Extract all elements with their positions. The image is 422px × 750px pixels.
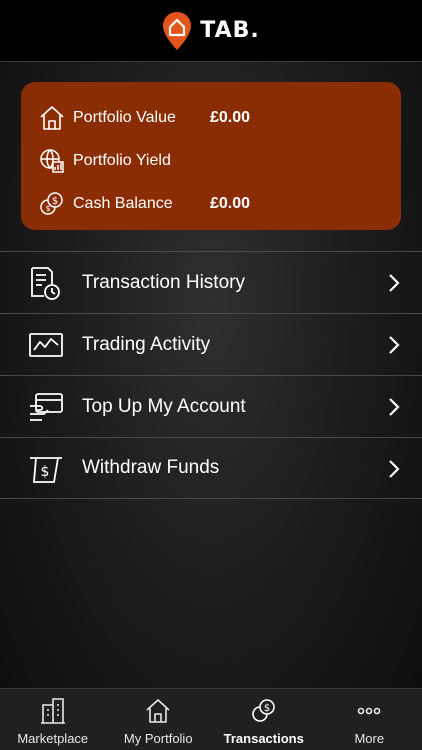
chart-line-icon	[29, 333, 63, 357]
tab-transactions[interactable]: $ Transactions	[211, 689, 317, 750]
menu-item-label: Trading Activity	[82, 333, 211, 355]
tab-my-portfolio[interactable]: My Portfolio	[106, 689, 212, 750]
building-icon	[40, 698, 65, 724]
location-pin-house-icon	[163, 11, 192, 50]
menu-item-label: Transaction History	[82, 271, 245, 293]
tab-more[interactable]: More	[317, 689, 422, 750]
portfolio-summary-card: Portfolio Value £0.00 Portfolio Yield $ …	[21, 82, 401, 230]
brand-logo[interactable]: TAB.	[162, 11, 259, 51]
chevron-right-icon	[389, 398, 400, 416]
menu-item-withdraw[interactable]: $ Withdraw Funds	[0, 437, 422, 499]
portfolio-value-amount: £0.00	[210, 108, 251, 126]
portfolio-value-label: Portfolio Value	[73, 108, 176, 126]
menu-item-label: Top Up My Account	[82, 395, 246, 417]
cash-balance-amount: £0.00	[210, 194, 251, 212]
menu-item-trading-activity[interactable]: Trading Activity	[0, 313, 422, 375]
tab-label: My Portfolio	[123, 731, 193, 746]
bottom-tab-bar: Marketplace My Portfolio $ Transactions …	[0, 688, 422, 750]
svg-text:$: $	[45, 204, 50, 213]
portfolio-value-row: Portfolio Value £0.00	[39, 96, 383, 139]
tab-label: Marketplace	[17, 731, 89, 746]
cash-withdraw-icon: $	[30, 457, 62, 483]
more-dots-icon	[357, 707, 381, 715]
tab-marketplace[interactable]: Marketplace	[0, 689, 106, 750]
svg-text:$: $	[52, 196, 58, 207]
svg-text:$: $	[41, 464, 50, 480]
portfolio-yield-row: Portfolio Yield	[39, 139, 383, 182]
chevron-right-icon	[389, 274, 400, 292]
tab-label: More	[354, 731, 385, 746]
chevron-right-icon	[389, 460, 400, 478]
cash-balance-label: Cash Balance	[73, 194, 173, 212]
cash-balance-row: $ $ Cash Balance £0.00	[39, 182, 383, 225]
brand-name: TAB.	[200, 18, 260, 43]
yield-globe-icon	[39, 144, 73, 178]
house-icon	[39, 101, 73, 135]
menu-item-label: Withdraw Funds	[82, 457, 220, 478]
app-header: TAB.	[0, 0, 422, 62]
chevron-right-icon	[389, 336, 400, 354]
menu-item-transaction-history[interactable]: Transaction History	[0, 251, 422, 313]
transactions-menu: Transaction History Trading Activity Top…	[0, 251, 422, 499]
house-icon	[146, 699, 170, 723]
svg-text:$: $	[264, 703, 270, 714]
coins-icon: $	[251, 699, 275, 722]
card-hand-icon	[30, 393, 63, 421]
coins-icon: $ $	[39, 187, 73, 221]
menu-item-top-up[interactable]: Top Up My Account	[0, 375, 422, 437]
document-clock-icon	[31, 267, 60, 300]
tab-label: Transactions	[223, 731, 304, 746]
portfolio-yield-label: Portfolio Yield	[73, 151, 171, 169]
